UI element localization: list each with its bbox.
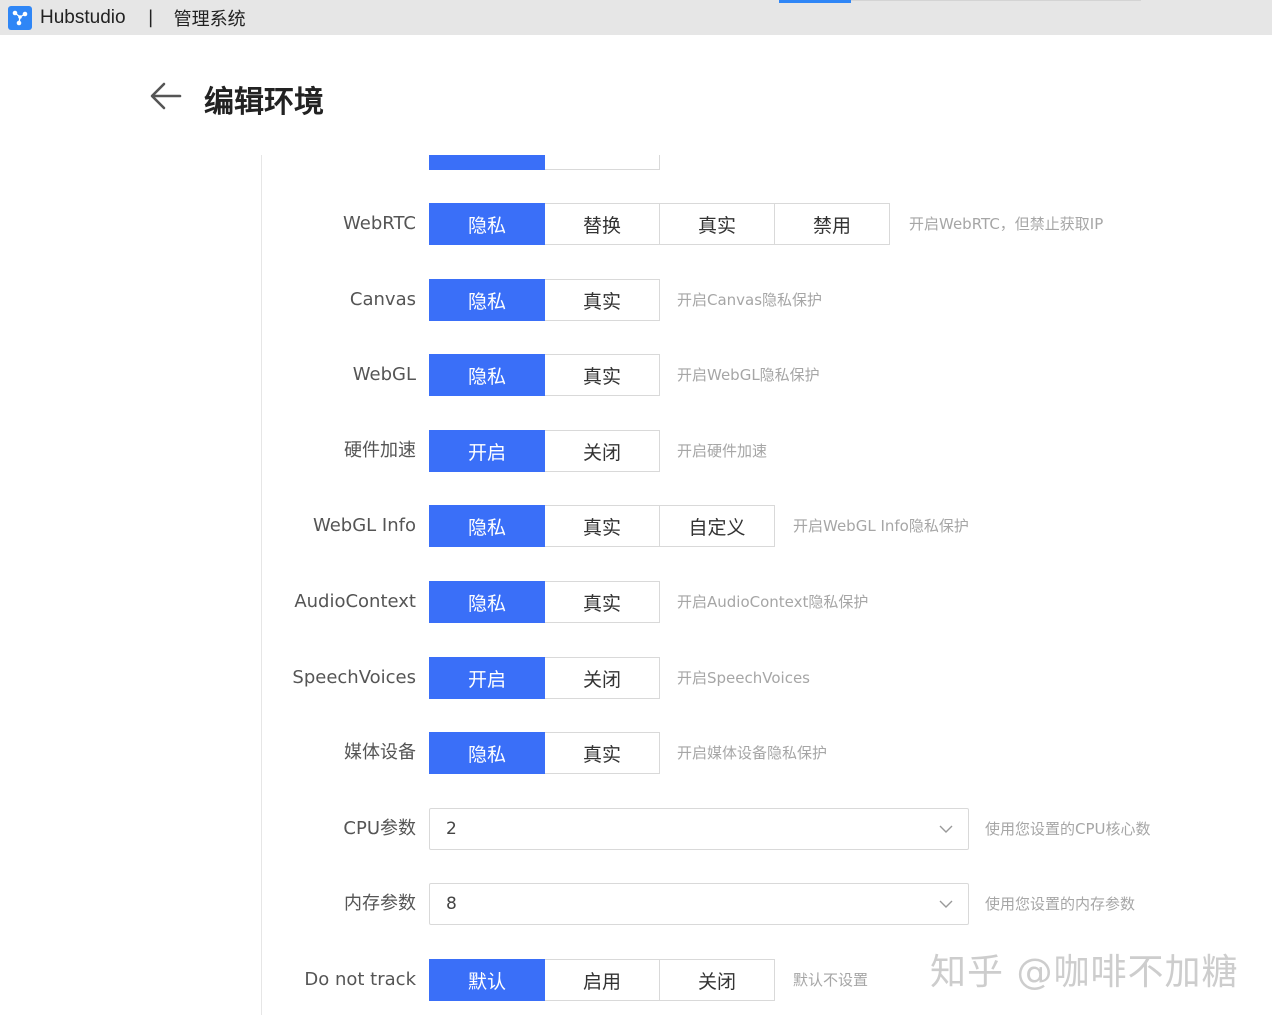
webglinfo-label: WebGL Info xyxy=(312,515,416,536)
cpu-select-value: 2 xyxy=(446,819,457,839)
webrtc-option-real[interactable]: 真实 xyxy=(659,203,775,245)
dnt-hint: 默认不设置 xyxy=(793,971,869,989)
canvas-label: Canvas xyxy=(349,289,416,310)
cpu-hint: 使用您设置的CPU核心数 xyxy=(985,820,1151,838)
webglinfo-hint: 开启WebGL Info隐私保护 xyxy=(793,517,969,535)
canvas-option-real[interactable]: 真实 xyxy=(544,279,660,321)
webgl-label: WebGL xyxy=(352,364,416,385)
memory-hint: 使用您设置的内存参数 xyxy=(985,895,1136,913)
chevron-down-icon xyxy=(939,900,953,908)
webgl-hint: 开启WebGL隐私保护 xyxy=(677,366,820,384)
hardware-option-on[interactable]: 开启 xyxy=(429,430,545,472)
partial-button-group xyxy=(429,155,660,170)
webgl-option-real[interactable]: 真实 xyxy=(544,354,660,396)
hardware-hint: 开启硬件加速 xyxy=(677,442,768,460)
audio-option-privacy[interactable]: 隐私 xyxy=(429,581,545,623)
row-cpu: CPU参数 2 使用您设置的CPU核心数 xyxy=(0,808,1272,850)
partial-option[interactable] xyxy=(544,155,660,170)
row-canvas: Canvas 隐私 真实 开启Canvas隐私保护 xyxy=(0,279,1272,321)
media-label: 媒体设备 xyxy=(344,742,416,763)
chevron-down-icon xyxy=(939,825,953,833)
dnt-label: Do not track xyxy=(304,969,416,990)
webrtc-label: WebRTC xyxy=(343,213,416,234)
row-memory: 内存参数 8 使用您设置的内存参数 xyxy=(0,883,1272,925)
webglinfo-option-real[interactable]: 真实 xyxy=(544,505,660,547)
webglinfo-option-privacy[interactable]: 隐私 xyxy=(429,505,545,547)
speech-label: SpeechVoices xyxy=(292,667,416,688)
hardware-option-off[interactable]: 关闭 xyxy=(544,430,660,472)
media-option-real[interactable]: 真实 xyxy=(544,732,660,774)
watermark: 知乎 @咖啡不加糖 xyxy=(930,952,1239,993)
memory-select[interactable]: 8 xyxy=(429,883,969,925)
app-logo-icon xyxy=(8,5,32,30)
canvas-options: 隐私 真实 xyxy=(429,279,660,321)
cpu-label: CPU参数 xyxy=(343,818,416,839)
settings-form: WebRTC 隐私 替换 真实 禁用 开启WebRTC，但禁止获取IP Canv… xyxy=(0,155,1272,1015)
canvas-hint: 开启Canvas隐私保护 xyxy=(677,291,823,309)
speech-option-on[interactable]: 开启 xyxy=(429,657,545,699)
memory-select-value: 8 xyxy=(446,894,457,914)
webglinfo-option-custom[interactable]: 自定义 xyxy=(659,505,775,547)
webglinfo-options: 隐私 真实 自定义 xyxy=(429,505,775,547)
title-separator: | xyxy=(147,7,154,28)
partial-option-active[interactable] xyxy=(429,155,545,170)
row-media-devices: 媒体设备 隐私 真实 开启媒体设备隐私保护 xyxy=(0,732,1272,774)
media-option-privacy[interactable]: 隐私 xyxy=(429,732,545,774)
hardware-label: 硬件加速 xyxy=(344,440,416,461)
canvas-option-privacy[interactable]: 隐私 xyxy=(429,279,545,321)
webrtc-option-disable[interactable]: 禁用 xyxy=(774,203,890,245)
dnt-options: 默认 启用 关闭 xyxy=(429,959,775,1001)
audio-option-real[interactable]: 真实 xyxy=(544,581,660,623)
media-hint: 开启媒体设备隐私保护 xyxy=(677,744,828,762)
active-tab-indicator[interactable] xyxy=(779,0,851,3)
speech-option-off[interactable]: 关闭 xyxy=(544,657,660,699)
audio-options: 隐私 真实 xyxy=(429,581,660,623)
row-speechvoices: SpeechVoices 开启 关闭 开启SpeechVoices xyxy=(0,657,1272,699)
dnt-option-default[interactable]: 默认 xyxy=(429,959,545,1001)
tab-strip-line xyxy=(851,0,1141,1)
row-hardware-acceleration: 硬件加速 开启 关闭 开启硬件加速 xyxy=(0,430,1272,472)
webrtc-option-privacy[interactable]: 隐私 xyxy=(429,203,545,245)
dnt-option-enable[interactable]: 启用 xyxy=(544,959,660,1001)
webgl-option-privacy[interactable]: 隐私 xyxy=(429,354,545,396)
webrtc-hint: 开启WebRTC，但禁止获取IP xyxy=(909,215,1104,233)
row-partial-top xyxy=(0,155,1272,170)
app-subtitle: 管理系统 xyxy=(173,8,246,30)
row-webgl-info: WebGL Info 隐私 真实 自定义 开启WebGL Info隐私保护 xyxy=(0,505,1272,547)
row-audiocontext: AudioContext 隐私 真实 开启AudioContext隐私保护 xyxy=(0,581,1272,623)
window-titlebar: Hubstudio | 管理系统 xyxy=(0,0,1272,35)
page-title: 编辑环境 xyxy=(204,85,324,120)
media-options: 隐私 真实 xyxy=(429,732,660,774)
arrow-left-icon[interactable] xyxy=(148,80,184,112)
page-header: 编辑环境 xyxy=(0,35,1272,155)
row-webgl: WebGL 隐私 真实 开启WebGL隐私保护 xyxy=(0,354,1272,396)
app-name: Hubstudio xyxy=(40,6,126,28)
memory-label: 内存参数 xyxy=(344,893,416,914)
audio-hint: 开启AudioContext隐私保护 xyxy=(677,593,869,611)
webrtc-option-replace[interactable]: 替换 xyxy=(544,203,660,245)
speech-options: 开启 关闭 xyxy=(429,657,660,699)
speech-hint: 开启SpeechVoices xyxy=(677,669,810,687)
dnt-option-off[interactable]: 关闭 xyxy=(659,959,775,1001)
row-webrtc: WebRTC 隐私 替换 真实 禁用 开启WebRTC，但禁止获取IP xyxy=(0,203,1272,245)
audio-label: AudioContext xyxy=(294,591,416,612)
webrtc-options: 隐私 替换 真实 禁用 xyxy=(429,203,890,245)
hardware-options: 开启 关闭 xyxy=(429,430,660,472)
webgl-options: 隐私 真实 xyxy=(429,354,660,396)
cpu-select[interactable]: 2 xyxy=(429,808,969,850)
